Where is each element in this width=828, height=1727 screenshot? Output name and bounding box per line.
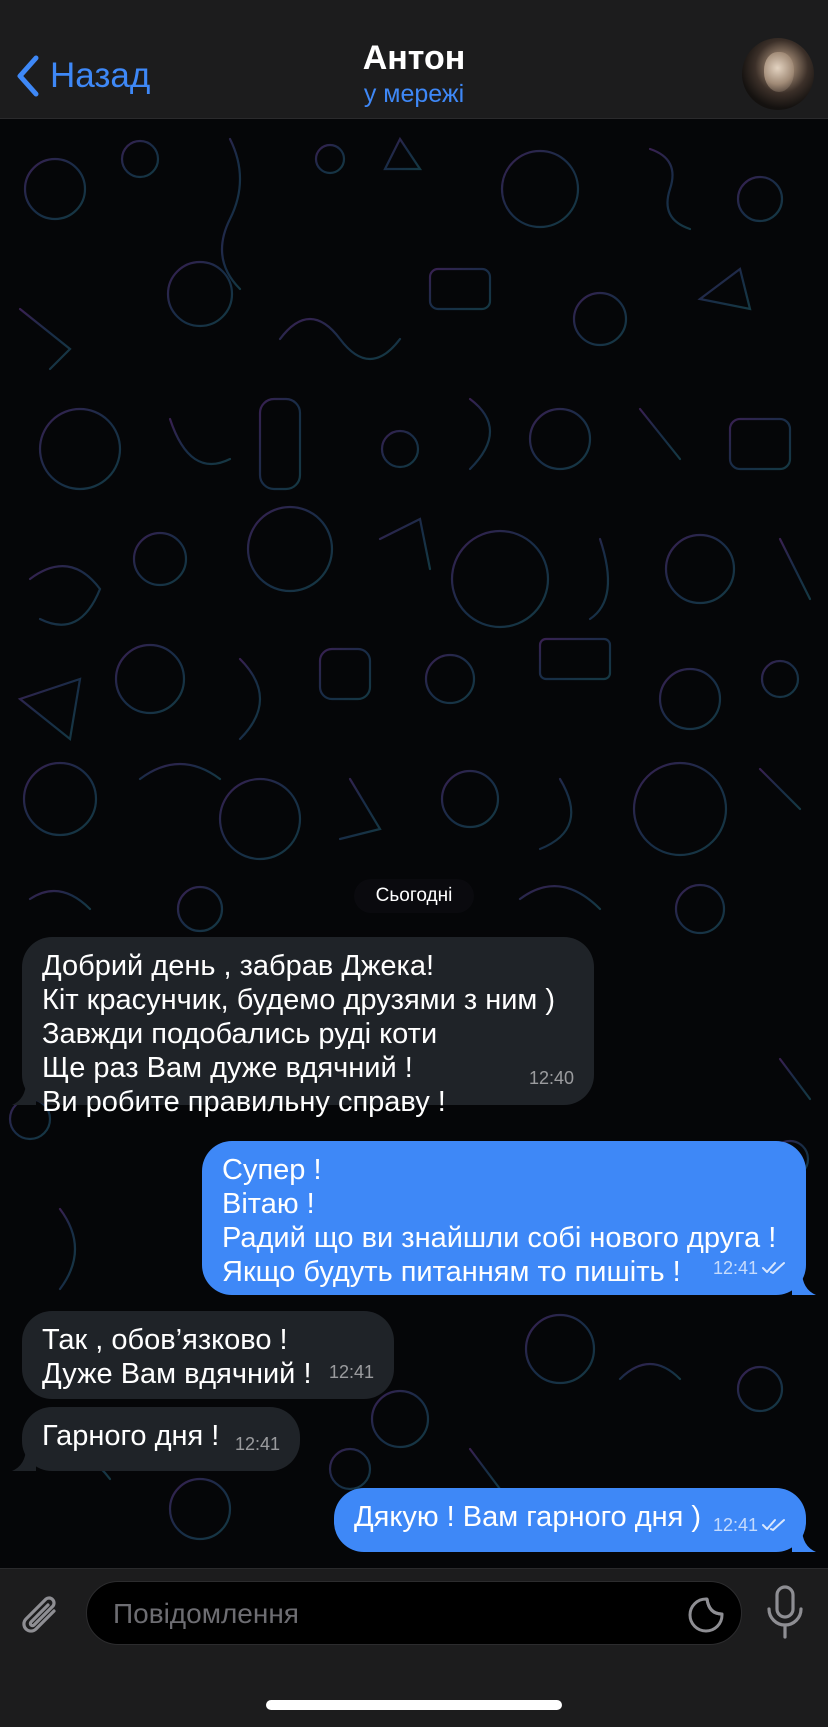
message-field[interactable] (86, 1581, 742, 1646)
time-text: 12:41 (712, 1515, 758, 1535)
home-indicator[interactable] (266, 1700, 562, 1710)
bubble-tail (792, 1528, 816, 1552)
contact-info[interactable]: Антон у мережі (214, 38, 614, 110)
date-separator: Сьогодні (354, 879, 474, 913)
avatar[interactable] (742, 38, 814, 110)
message-text: Супер ! (222, 1154, 322, 1186)
contact-status: у мережі (363, 80, 465, 108)
chat-area[interactable]: Сьогодні Добрий день , забрав Джека! Кіт… (0, 119, 828, 1568)
message-text: Завжди подобались руді коти (42, 1018, 438, 1050)
paperclip-icon[interactable] (18, 1591, 64, 1643)
message-input[interactable] (111, 1582, 655, 1646)
message-text: Дуже Вам вдячний ! (42, 1358, 312, 1390)
chat-header: Назад Антон у мережі (0, 0, 828, 119)
message-incoming[interactable]: Добрий день , забрав Джека! Кіт красунчи… (12, 937, 594, 1118)
double-check-icon (762, 1519, 785, 1531)
microphone-icon[interactable] (764, 1583, 806, 1643)
message-text: Вітаю ! (222, 1188, 315, 1220)
double-check-icon (762, 1262, 785, 1274)
time-text: 12:41 (712, 1258, 758, 1278)
time-text: 12:41 (234, 1434, 280, 1454)
chevron-left-icon (17, 55, 39, 97)
message-text: Якщо будуть питанням то пишіть ! (222, 1256, 681, 1288)
sticker-icon[interactable] (687, 1596, 725, 1634)
message-text: Ви робите правильну справу ! (42, 1086, 446, 1118)
message-incoming[interactable]: Так , обов’язково ! Дуже Вам вдячний ! 1… (22, 1311, 394, 1399)
message-time: 12:41 (713, 1508, 786, 1542)
contact-name: Антон (362, 39, 466, 77)
time-text: 12:40 (528, 1068, 574, 1088)
message-text: Добрий день , забрав Джека! (42, 950, 435, 982)
message-text: Так , обов’язково ! (42, 1324, 288, 1356)
message-time: 12:41 (235, 1427, 280, 1461)
bubble-tail (12, 1081, 36, 1105)
message-text: Ще раз Вам дуже вдячний ! (42, 1052, 413, 1084)
message-time: 12:40 (529, 1061, 574, 1095)
message-text: Радий що ви знайшли собі нового друга ! (222, 1222, 777, 1254)
message-time: 12:41 (329, 1355, 374, 1389)
message-outgoing[interactable]: Дякую ! Вам гарного дня ) 12:41 (334, 1488, 816, 1552)
back-button[interactable]: Назад (14, 48, 150, 104)
message-time: 12:41 (713, 1251, 786, 1285)
bubble-tail (792, 1271, 816, 1295)
message-outgoing[interactable]: Супер ! Вітаю ! Радий що ви знайшли собі… (202, 1141, 816, 1295)
message-incoming[interactable]: Гарного дня ! 12:41 (12, 1407, 300, 1471)
back-label: Назад (50, 56, 151, 95)
avatar-photo (764, 52, 794, 92)
message-text: Кіт красунчик, будемо друзями з ним ) (42, 984, 556, 1016)
bubble-tail (12, 1447, 36, 1471)
time-text: 12:41 (328, 1362, 374, 1382)
